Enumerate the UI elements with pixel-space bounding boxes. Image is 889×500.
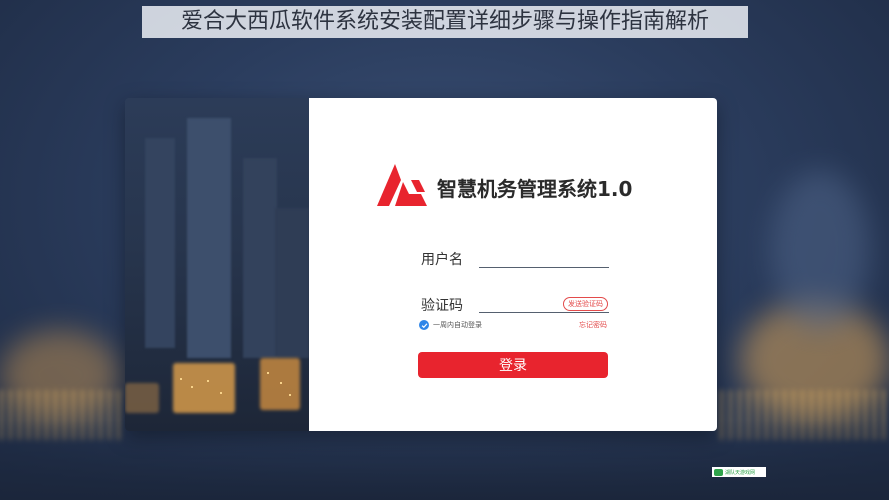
check-icon bbox=[419, 320, 429, 330]
captcha-label: 验证码 bbox=[421, 298, 463, 314]
send-code-button[interactable]: 发送验证码 bbox=[563, 297, 608, 311]
login-card: 智慧机务管理系统1.0 用户名 验证码 发送验证码 一周内自动登录 忘记密码 登… bbox=[125, 98, 717, 431]
forgot-password-link[interactable]: 忘记密码 bbox=[579, 320, 607, 330]
brand-header: 智慧机务管理系统1.0 bbox=[375, 162, 632, 212]
brand-logo-icon bbox=[377, 164, 427, 206]
username-input[interactable] bbox=[479, 251, 609, 268]
remember-me-label: 一周内自动登录 bbox=[433, 321, 482, 329]
page-title-banner: 爱合大西瓜软件系统安装配置详细步骤与操作指南解析 bbox=[142, 6, 748, 38]
username-label: 用户名 bbox=[421, 252, 463, 268]
login-side-image bbox=[125, 98, 309, 431]
remember-me-checkbox[interactable]: 一周内自动登录 bbox=[419, 320, 482, 330]
watermark: 湖队天游戏网 bbox=[712, 467, 766, 477]
app-title: 智慧机务管理系统1.0 bbox=[437, 176, 633, 201]
login-form: 智慧机务管理系统1.0 用户名 验证码 发送验证码 一周内自动登录 忘记密码 登… bbox=[309, 98, 717, 431]
watermark-text: 湖队天游戏网 bbox=[725, 469, 756, 476]
watermark-logo-icon bbox=[714, 468, 723, 476]
login-button[interactable]: 登录 bbox=[418, 352, 608, 378]
